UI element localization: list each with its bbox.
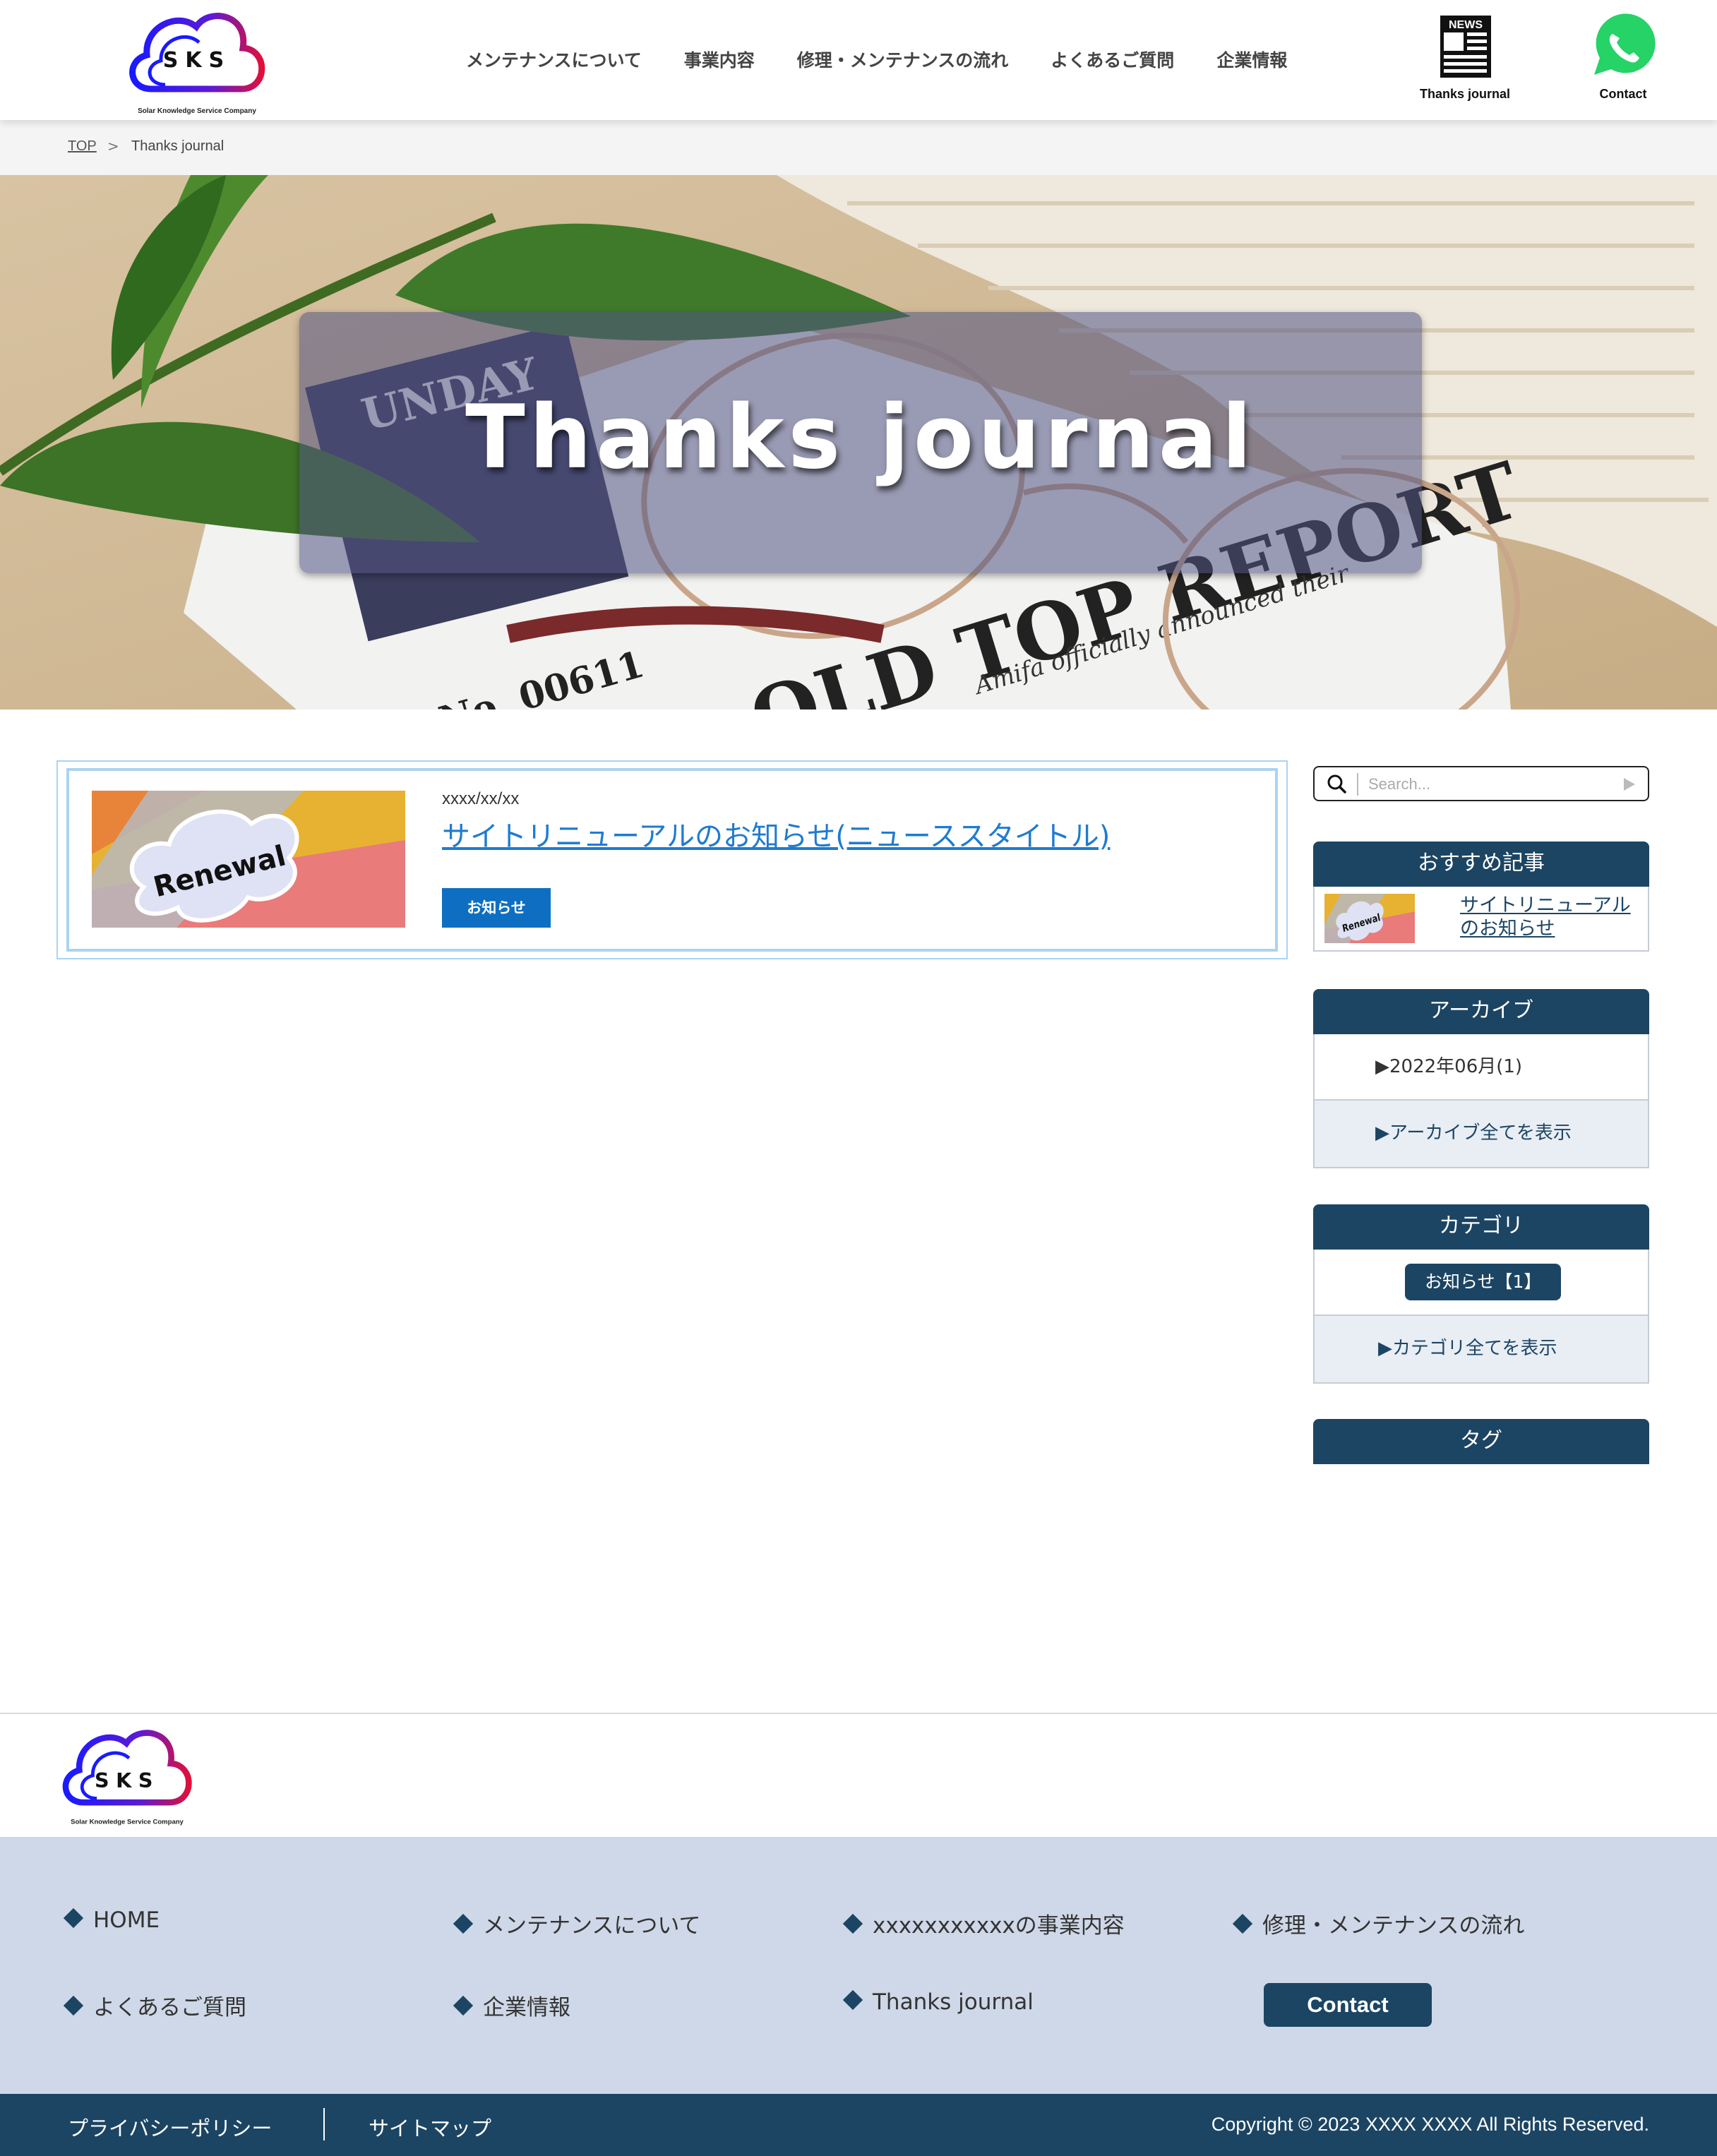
footer-link-home[interactable]: HOME [59, 1908, 160, 1933]
category-pill-news[interactable]: お知らせ【1】 [1405, 1264, 1562, 1300]
footer-nav: HOME メンテナンスについて xxxxxxxxxxxの事業内容 修理・メンテナ… [0, 1837, 1717, 2094]
hero-title: Thanks journal [465, 387, 1256, 489]
footer-link-repair-flow[interactable]: 修理・メンテナンスの流れ [1228, 1908, 1524, 1939]
newspaper-icon: NEWS [1440, 16, 1491, 78]
site-header: SKS Solar Knowledge Service Company メンテナ… [0, 0, 1717, 120]
footer-logo[interactable]: SKS Solar Knowledge Service Company [56, 1721, 198, 1833]
sitemap-link[interactable]: サイトマップ [369, 2112, 491, 2142]
copyright-text: Copyright © 2023 XXXX XXXX All Rights Re… [1211, 2114, 1649, 2135]
nav-business[interactable]: 事業内容 [684, 47, 755, 72]
privacy-policy-link[interactable]: プライバシーポリシー [68, 2112, 272, 2142]
footer-link-maintenance-label: メンテナンスについて [483, 1913, 701, 1939]
footer-divider [0, 1713, 1717, 1714]
footer-logo-tagline: Solar Knowledge Service Company [71, 1819, 184, 1826]
diamond-bullet-icon [453, 1995, 474, 2016]
search-submit-icon[interactable] [1618, 774, 1639, 795]
recommended-article-link[interactable]: サイトリニューアル のお知らせ [1460, 894, 1644, 940]
archive-show-all-link[interactable]: ▶アーカイブ全てを表示 [1315, 1099, 1648, 1167]
footer-logo-cloud-icon: SKS Solar Knowledge Service Company [62, 1730, 192, 1826]
footer-link-maintenance[interactable]: メンテナンスについて [449, 1908, 700, 1939]
contact-header-link[interactable]: Contact [1563, 11, 1683, 110]
diamond-bullet-icon [1232, 1913, 1253, 1934]
footer-link-company-label: 企業情報 [483, 1995, 570, 2020]
archive-entry-2022-06[interactable]: ▶2022年06月(1) [1315, 1034, 1648, 1099]
search-box [1313, 766, 1649, 801]
recommended-thumbnail[interactable]: Renewal [1324, 894, 1415, 943]
diamond-bullet-icon [63, 1908, 84, 1929]
footer-link-business[interactable]: xxxxxxxxxxxの事業内容 [839, 1908, 1125, 1939]
renewal-thumbnail-image: Renewal [92, 791, 405, 928]
recommended-widget: Renewal サイトリニューアル のお知らせ [1313, 887, 1649, 952]
article-thumbnail[interactable]: Renewal [92, 791, 405, 928]
recommended-link-line1: サイトリニューアル [1460, 894, 1631, 916]
footer-bottom-divider [323, 2108, 325, 2140]
breadcrumb-current: Thanks journal [131, 138, 225, 154]
breadcrumb: TOP > Thanks journal [0, 120, 1717, 175]
news-badge-text: NEWS [1449, 19, 1483, 31]
nav-repair-flow[interactable]: 修理・メンテナンスの流れ [797, 47, 1009, 72]
journal-header-link[interactable]: NEWS Thanks journal [1405, 11, 1525, 110]
footer-link-faq[interactable]: よくあるご質問 [59, 1989, 246, 2021]
contact-header-label: Contact [1599, 87, 1647, 101]
category-show-all-link[interactable]: ▶カテゴリ全てを表示 [1315, 1314, 1648, 1382]
article-category-tag[interactable]: お知らせ [442, 888, 551, 928]
footer-link-company[interactable]: 企業情報 [449, 1989, 570, 2021]
footer-link-faq-label: よくあるご質問 [93, 1995, 246, 2020]
search-divider [1357, 773, 1358, 796]
diamond-bullet-icon [842, 1913, 863, 1934]
nav-maintenance[interactable]: メンテナンスについて [466, 47, 642, 72]
logo-tagline: Solar Knowledge Service Company [138, 107, 256, 115]
footer-link-repair-flow-label: 修理・メンテナンスの流れ [1262, 1913, 1525, 1939]
category-widget: お知らせ【1】 ▶カテゴリ全てを表示 [1313, 1250, 1649, 1384]
footer-contact-button[interactable]: Contact [1264, 1983, 1432, 2027]
article-title-link[interactable]: サイトリニューアルのお知らせ(ニューススタイトル) [442, 813, 1110, 854]
diamond-bullet-icon [842, 1989, 863, 2011]
archive-heading: アーカイブ [1313, 989, 1649, 1034]
footer-link-journal[interactable]: Thanks journal [839, 1989, 1034, 2015]
footer-link-business-label: xxxxxxxxxxxの事業内容 [873, 1913, 1125, 1939]
footer-link-journal-label: Thanks journal [873, 1989, 1034, 2015]
whatsapp-icon [1594, 13, 1656, 75]
site-logo[interactable]: SKS Solar Knowledge Service Company [123, 6, 271, 119]
article-date: xxxx/xx/xx [442, 789, 520, 808]
recommended-thumbnail-image: Renewal [1324, 894, 1415, 943]
search-input[interactable] [1368, 774, 1601, 794]
main-nav: メンテナンスについて 事業内容 修理・メンテナンスの流れ よくあるご質問 企業情… [466, 47, 1329, 72]
footer-link-home-label: HOME [93, 1908, 160, 1933]
nav-company[interactable]: 企業情報 [1216, 47, 1287, 72]
logo-letters: SKS [162, 48, 232, 73]
diamond-bullet-icon [453, 1913, 474, 1934]
breadcrumb-separator: > [107, 138, 119, 155]
recommended-heading: おすすめ記事 [1313, 842, 1649, 887]
nav-faq[interactable]: よくあるご質問 [1051, 47, 1174, 72]
hero-banner: UNDAY No. 00611 OLD TOP REPORT Amifa off… [0, 175, 1717, 709]
journal-header-label: Thanks journal [1419, 87, 1511, 101]
search-icon[interactable] [1323, 770, 1351, 798]
footer-bottom-bar: プライバシーポリシー サイトマップ Copyright © 2023 XXXX … [0, 2094, 1717, 2156]
category-heading: カテゴリ [1313, 1204, 1649, 1250]
tags-heading: タグ [1313, 1419, 1649, 1464]
diamond-bullet-icon [63, 1995, 84, 2016]
recommended-link-line2: のお知らせ [1460, 918, 1555, 940]
footer-logo-letters: SKS [95, 1768, 160, 1792]
breadcrumb-top-link[interactable]: TOP [68, 138, 97, 155]
archive-widget: ▶2022年06月(1) ▶アーカイブ全てを表示 [1313, 1034, 1649, 1168]
